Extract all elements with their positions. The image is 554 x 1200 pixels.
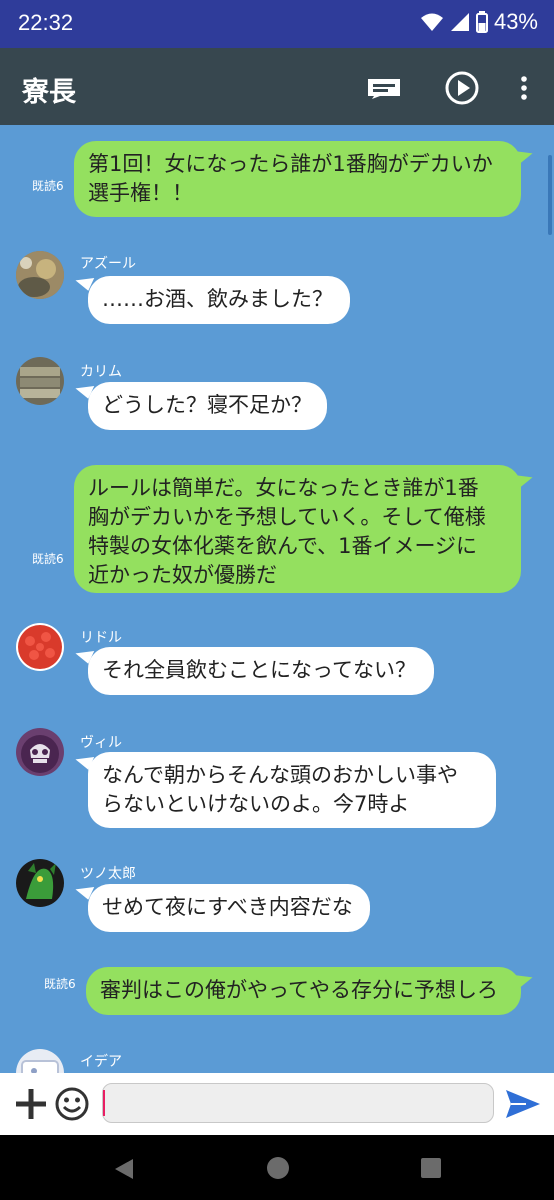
plus-icon[interactable] xyxy=(14,1087,48,1121)
read-receipt: 既読6 xyxy=(44,977,76,991)
battery-level: 43% xyxy=(493,9,538,34)
message-icon[interactable] xyxy=(364,68,404,108)
message-bubble[interactable]: ……お酒、飲みました？ xyxy=(88,276,350,324)
send-icon[interactable] xyxy=(504,1088,542,1120)
wifi-icon xyxy=(420,13,443,31)
system-nav-bar xyxy=(0,1135,554,1200)
status-indicators: 43% xyxy=(420,9,538,35)
message-input-bar xyxy=(0,1073,554,1135)
message-bubble[interactable]: 審判はこの俺がやってやる存分に予想しろ xyxy=(86,967,521,1015)
avatar[interactable] xyxy=(16,1049,64,1073)
message-line: 胸がデカいかを予想していく。そして俺様 xyxy=(88,505,486,529)
text-cursor xyxy=(103,1090,105,1116)
message-line: 近かった奴が優勝だ xyxy=(88,563,277,587)
sender-name: ヴィル xyxy=(80,735,122,751)
battery-icon xyxy=(475,11,488,33)
message-input[interactable] xyxy=(102,1083,494,1123)
message-line: 選手権！！ xyxy=(88,181,193,205)
chat-title: 寮長 xyxy=(22,77,76,108)
chat-area[interactable]: 既読6 第1回！女になったら誰が1番胸がデカいか 選手権！！ アズール ……お酒… xyxy=(0,125,554,1073)
recents-icon[interactable] xyxy=(421,1158,441,1178)
message-bubble[interactable]: どうした？寝不足か？ xyxy=(88,382,327,430)
sender-name: カリム xyxy=(80,364,122,380)
message-line: 特製の女体化薬を飲んで、1番イメージに xyxy=(88,534,478,558)
status-bar: 22:32 43% xyxy=(0,0,554,48)
message-bubble[interactable]: なんで朝からそんな頭のおかしい事や らないといけないのよ。今7時よ xyxy=(88,752,496,828)
signal-icon xyxy=(450,13,469,31)
read-receipt: 既読6 xyxy=(32,179,64,193)
read-receipt: 既読6 xyxy=(32,552,64,566)
play-circle-icon[interactable] xyxy=(442,68,482,108)
message-bubble[interactable]: 第1回！女になったら誰が1番胸がデカいか 選手権！！ xyxy=(74,141,521,217)
more-vert-icon[interactable] xyxy=(504,68,544,108)
sender-name: アズール xyxy=(80,256,136,272)
avatar[interactable] xyxy=(16,623,64,671)
message-line: それ全員飲むことになってない？ xyxy=(102,658,416,682)
sender-name: リドル xyxy=(80,630,122,646)
status-time: 22:32 xyxy=(18,10,74,35)
message-bubble[interactable]: それ全員飲むことになってない？ xyxy=(88,647,434,695)
back-icon[interactable] xyxy=(113,1157,135,1181)
message-line: らないといけないのよ。今7時よ xyxy=(102,792,410,816)
message-bubble[interactable]: ルールは簡単だ。女になったとき誰が1番 胸がデカいかを予想していく。そして俺様 … xyxy=(74,465,521,593)
message-line: ルールは簡単だ。女になったとき誰が1番 xyxy=(88,476,479,500)
message-line: なんで朝からそんな頭のおかしい事や xyxy=(102,763,458,787)
home-icon[interactable] xyxy=(266,1156,290,1180)
sender-name: ツノ太郎 xyxy=(80,866,136,882)
avatar[interactable] xyxy=(16,357,64,405)
avatar[interactable] xyxy=(16,251,64,299)
app-bar: 寮長 xyxy=(0,48,554,125)
message-bubble[interactable]: せめて夜にすべき内容だな xyxy=(88,884,370,932)
message-line: ……お酒、飲みました？ xyxy=(102,287,333,311)
message-line: せめて夜にすべき内容だな xyxy=(102,895,353,919)
message-line: 第1回！女になったら誰が1番胸がデカいか xyxy=(88,152,493,176)
avatar[interactable] xyxy=(16,728,64,776)
emoji-icon[interactable] xyxy=(54,1086,90,1122)
scrollbar[interactable] xyxy=(548,155,552,235)
message-line: どうした？寝不足か？ xyxy=(102,393,312,417)
message-line: 審判はこの俺がやってやる存分に予想しろ xyxy=(100,978,498,1002)
avatar[interactable] xyxy=(16,859,64,907)
sender-name: イデア xyxy=(80,1054,122,1070)
